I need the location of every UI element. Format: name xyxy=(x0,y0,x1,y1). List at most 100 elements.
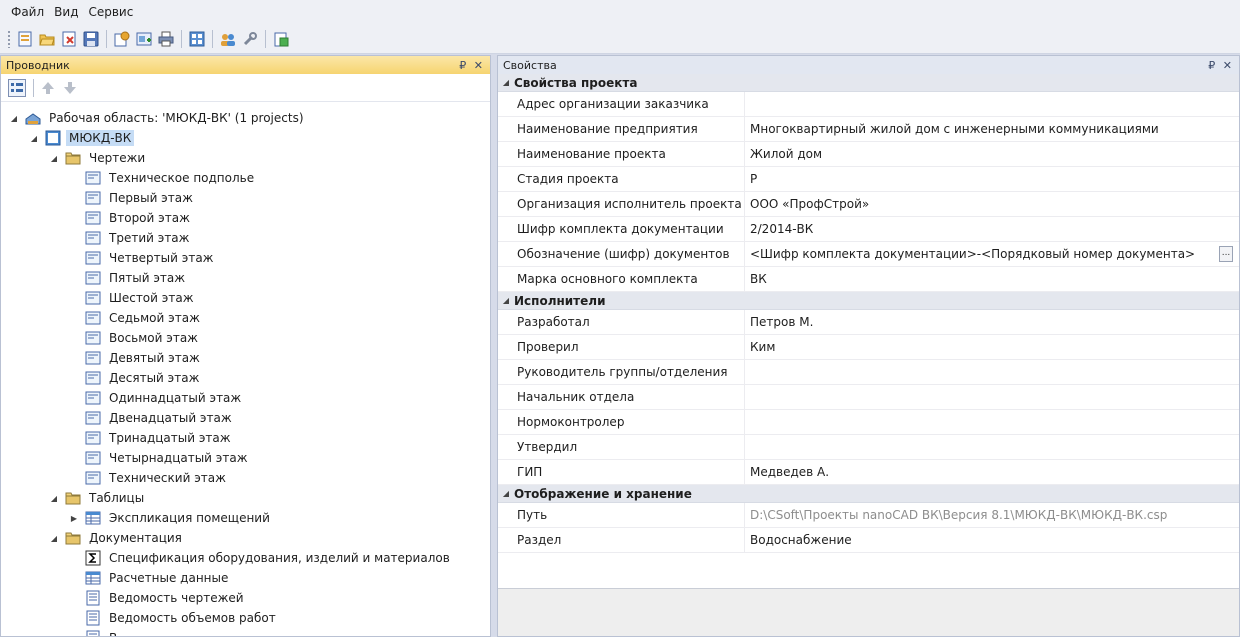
ellipsis-button[interactable]: ... xyxy=(1219,246,1233,262)
property-category[interactable]: ◢ Отображение и хранение xyxy=(498,485,1239,503)
property-row[interactable]: Разработал Петров М. xyxy=(498,310,1239,335)
close-project-icon[interactable] xyxy=(59,29,79,49)
property-value[interactable]: Жилой дом xyxy=(745,142,1239,166)
property-value[interactable]: Медведев А. xyxy=(745,460,1239,484)
property-row[interactable]: Марка основного комплекта ВК xyxy=(498,267,1239,292)
property-value[interactable]: <Шифр комплекта документации>-<Порядковы… xyxy=(745,242,1239,266)
tree-item[interactable]: Четвертый этаж xyxy=(69,248,217,268)
property-row[interactable]: Раздел Водоснабжение xyxy=(498,528,1239,553)
tree-item-label: Техническое подполье xyxy=(109,171,255,185)
collapse-arrow-icon[interactable]: ◢ xyxy=(29,134,39,143)
users-icon[interactable] xyxy=(218,29,238,49)
tree-item[interactable]: ◢ Рабочая область: 'МЮКД-ВК' (1 projects) xyxy=(9,108,307,128)
tree-item[interactable]: Расчетные данные xyxy=(69,568,231,588)
property-row[interactable]: Утвердил xyxy=(498,435,1239,460)
save-icon[interactable] xyxy=(81,29,101,49)
property-row[interactable]: Наименование проекта Жилой дом xyxy=(498,142,1239,167)
property-category[interactable]: ◢ Свойства проекта xyxy=(498,74,1239,92)
collapse-arrow-icon[interactable]: ◢ xyxy=(498,296,514,305)
tree-item[interactable]: ▶ Экспликация помещений xyxy=(69,508,273,528)
move-down-icon[interactable] xyxy=(60,78,80,98)
property-row[interactable]: Начальник отдела xyxy=(498,385,1239,410)
property-value[interactable]: ООО «ПрофСтрой» xyxy=(745,192,1239,216)
property-value[interactable] xyxy=(745,360,1239,384)
tree-item[interactable]: Пятый этаж xyxy=(69,268,188,288)
property-row[interactable]: Проверил Ким xyxy=(498,335,1239,360)
tree-item[interactable]: Первый этаж xyxy=(69,188,196,208)
tree-item[interactable]: ◢ Таблицы xyxy=(49,488,147,508)
expand-arrow-icon[interactable]: ▶ xyxy=(69,514,79,523)
collapse-arrow-icon[interactable]: ◢ xyxy=(49,154,59,163)
tree-item[interactable]: Ведомость чертежей xyxy=(69,588,247,608)
property-value[interactable] xyxy=(745,92,1239,116)
project-settings-icon[interactable] xyxy=(112,29,132,49)
tree-item[interactable]: Технический этаж xyxy=(69,468,229,488)
move-up-icon[interactable] xyxy=(38,78,58,98)
collapse-arrow-icon[interactable]: ◢ xyxy=(49,534,59,543)
tree-item[interactable]: Третий этаж xyxy=(69,228,192,248)
collapse-arrow-icon[interactable]: ◢ xyxy=(9,114,19,123)
drawing-icon xyxy=(85,230,101,246)
tree-item[interactable]: ◢ Чертежи xyxy=(49,148,148,168)
tree-item[interactable]: Десятый этаж xyxy=(69,368,202,388)
property-row[interactable]: Адрес организации заказчика xyxy=(498,92,1239,117)
property-row[interactable]: Путь D:\CSoft\Проекты nanoCAD ВК\Версия 8… xyxy=(498,503,1239,528)
tree-item[interactable]: Восьмой этаж xyxy=(69,328,201,348)
property-value[interactable]: ВК xyxy=(745,267,1239,291)
property-value[interactable]: Петров М. xyxy=(745,310,1239,334)
tree-item[interactable]: Спецификация оборудования, изделий и мат… xyxy=(69,548,453,568)
menu-view[interactable]: Вид xyxy=(49,5,83,19)
tree-item[interactable]: Седьмой этаж xyxy=(69,308,203,328)
property-row[interactable]: Нормоконтролер xyxy=(498,410,1239,435)
property-value[interactable]: Многоквартирный жилой дом с инженерными … xyxy=(745,117,1239,141)
open-icon[interactable] xyxy=(37,29,57,49)
property-row[interactable]: Стадия проекта Р xyxy=(498,167,1239,192)
property-category[interactable]: ◢ Исполнители xyxy=(498,292,1239,310)
property-value[interactable] xyxy=(745,435,1239,459)
layout-icon[interactable] xyxy=(187,29,207,49)
property-value[interactable] xyxy=(745,410,1239,434)
toolbar-grip[interactable] xyxy=(7,29,11,48)
properties-title: Свойства xyxy=(503,58,557,72)
property-row[interactable]: Наименование предприятия Многоквартирный … xyxy=(498,117,1239,142)
menu-file[interactable]: Файл xyxy=(6,5,49,19)
property-row[interactable]: Шифр комплекта документации 2/2014-ВК xyxy=(498,217,1239,242)
property-row[interactable]: Обозначение (шифр) документов <Шифр компл… xyxy=(498,242,1239,267)
tree-item[interactable]: Ведомость объемов работ xyxy=(69,608,279,628)
property-value[interactable]: D:\CSoft\Проекты nanoCAD ВК\Версия 8.1\М… xyxy=(745,503,1239,527)
tree-item[interactable]: Второй этаж xyxy=(69,208,193,228)
collapse-arrow-icon[interactable]: ◢ xyxy=(498,489,514,498)
property-row[interactable]: Организация исполнитель проекта ООО «Проф… xyxy=(498,192,1239,217)
tools-icon[interactable] xyxy=(240,29,260,49)
collapse-arrow-icon[interactable]: ◢ xyxy=(498,78,514,87)
add-drawing-icon[interactable] xyxy=(134,29,154,49)
print-icon[interactable] xyxy=(156,29,176,49)
property-row[interactable]: ГИП Медведев А. xyxy=(498,460,1239,485)
tree-item[interactable]: Двенадцатый этаж xyxy=(69,408,235,428)
tree-item[interactable]: ◢ МЮКД-ВК xyxy=(29,128,135,148)
tree-item[interactable]: Одиннадцатый этаж xyxy=(69,388,244,408)
property-value[interactable]: Водоснабжение xyxy=(745,528,1239,552)
new-icon[interactable] xyxy=(15,29,35,49)
workspace-icon xyxy=(25,110,41,126)
tree-item[interactable]: Четырнадцатый этаж xyxy=(69,448,251,468)
explorer-pin-close-buttons[interactable]: ₽ ✕ xyxy=(459,59,485,72)
tree-item[interactable]: В xyxy=(69,628,120,636)
tree-view-icon[interactable] xyxy=(7,78,27,98)
table-icon xyxy=(85,510,101,526)
tree-item[interactable]: Тринадцатый этаж xyxy=(69,428,234,448)
property-value[interactable]: Ким xyxy=(745,335,1239,359)
property-value[interactable]: Р xyxy=(745,167,1239,191)
tree-item[interactable]: Девятый этаж xyxy=(69,348,203,368)
tree-item[interactable]: ◢ Документация xyxy=(49,528,185,548)
properties-pin-close-buttons[interactable]: ₽ ✕ xyxy=(1208,59,1234,72)
export-icon[interactable] xyxy=(271,29,291,49)
property-value[interactable] xyxy=(745,385,1239,409)
tree-item[interactable]: Техническое подполье xyxy=(69,168,257,188)
menu-service[interactable]: Сервис xyxy=(83,5,138,19)
property-name: ГИП xyxy=(498,460,745,484)
collapse-arrow-icon[interactable]: ◢ xyxy=(49,494,59,503)
property-value[interactable]: 2/2014-ВК xyxy=(745,217,1239,241)
tree-item[interactable]: Шестой этаж xyxy=(69,288,197,308)
property-row[interactable]: Руководитель группы/отделения xyxy=(498,360,1239,385)
